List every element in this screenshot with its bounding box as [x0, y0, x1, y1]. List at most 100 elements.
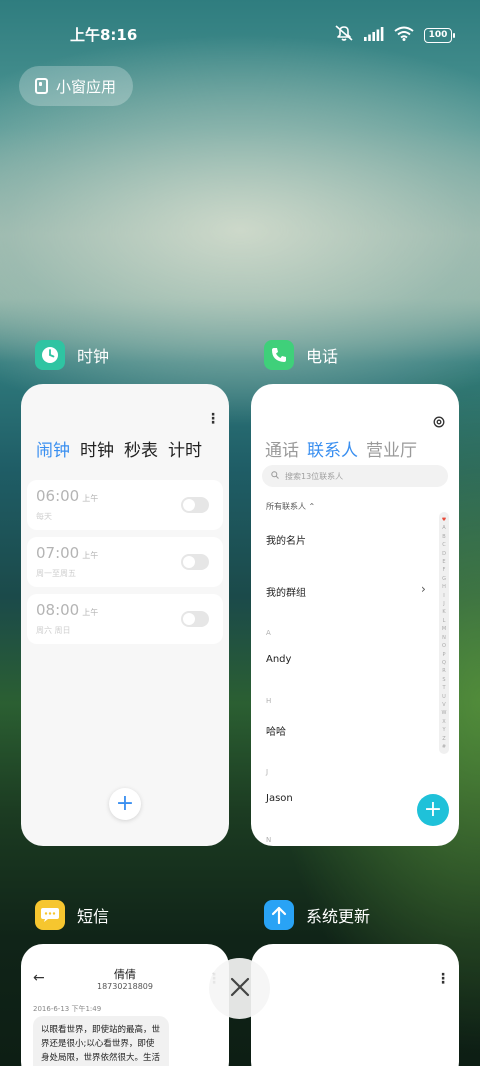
contact-search-input[interactable]: 搜索13位联系人 — [262, 465, 448, 487]
alphabet-index-letter[interactable]: G — [439, 575, 449, 583]
settings-icon[interactable] — [433, 413, 445, 432]
more-options-icon[interactable]: ⋮ — [206, 412, 220, 426]
small-window-icon — [35, 78, 48, 94]
contact-filter-dropdown[interactable]: 所有联系人 ⌃ — [266, 501, 315, 512]
alphabet-index-letter[interactable]: X — [439, 718, 449, 726]
contact-row[interactable]: Jason — [266, 793, 293, 804]
alphabet-index-letter[interactable]: B — [439, 533, 449, 541]
section-letter: N — [266, 836, 272, 844]
status-icons: 100 — [334, 24, 455, 46]
alphabet-index-letter[interactable]: H — [439, 583, 449, 591]
alphabet-index-letter[interactable]: W — [439, 709, 449, 717]
my-groups-row[interactable]: 我的群组 — [266, 584, 306, 599]
alarm-ampm: 上午 — [82, 551, 99, 560]
clock-app-header[interactable]: 时钟 — [35, 340, 109, 370]
tab-timer[interactable]: 计时 — [168, 436, 202, 461]
alarm-item[interactable]: 06:00 上午 每天 — [27, 480, 223, 530]
alphabet-index-letter[interactable]: Q — [439, 659, 449, 667]
add-alarm-button[interactable]: + — [109, 788, 141, 820]
alarm-time: 08:00 — [36, 601, 80, 619]
alarm-repeat: 每天 — [36, 512, 52, 521]
clock-tabs: 闹钟 时钟 秒表 计时 — [36, 436, 202, 461]
alphabet-index-letter[interactable]: F — [439, 566, 449, 574]
section-letter: J — [266, 768, 269, 776]
alarm-toggle[interactable] — [181, 611, 209, 627]
alarm-repeat: 周六 周日 — [36, 626, 71, 635]
my-card-row[interactable]: 我的名片 — [266, 532, 306, 547]
sms-app-name: 短信 — [77, 907, 110, 926]
section-letter: A — [266, 629, 271, 637]
phone-app-name: 电话 — [306, 347, 339, 366]
sms-contact-number: 18730218809 — [97, 982, 153, 991]
alphabet-index-scrollbar[interactable]: ♥ A B C D E F G H I J K L M N O P Q R S T U V W X Y Z # — [439, 512, 449, 754]
sms-app-icon — [35, 900, 65, 930]
section-letter: H — [266, 697, 272, 705]
small-window-label: 小窗应用 — [56, 77, 117, 96]
mute-icon — [334, 24, 354, 46]
sms-app-card[interactable]: ← 倩倩 18730218809 ⋮ 2016-6-13 下午1:49 以眼看世… — [21, 944, 229, 1066]
phone-app-header[interactable]: 电话 — [264, 340, 338, 370]
heart-icon: ♥ — [441, 517, 447, 523]
clock-app-name: 时钟 — [77, 347, 110, 366]
small-window-apps-button[interactable]: 小窗应用 — [19, 66, 133, 106]
alphabet-index-letter[interactable]: V — [439, 701, 449, 709]
update-app-name: 系统更新 — [306, 907, 371, 926]
clear-all-button[interactable] — [209, 958, 270, 1019]
alarm-time: 07:00 — [36, 544, 80, 562]
alphabet-index-letter[interactable]: A — [439, 524, 449, 532]
alphabet-index-letter[interactable]: E — [439, 558, 449, 566]
alphabet-index-letter[interactable]: L — [439, 617, 449, 625]
alarm-item[interactable]: 07:00 上午 周一至周五 — [27, 537, 223, 587]
update-app-header[interactable]: 系统更新 — [264, 900, 370, 930]
filter-label: 所有联系人 — [266, 502, 306, 511]
search-placeholder: 搜索13位联系人 — [285, 471, 344, 481]
wifi-icon — [394, 26, 414, 45]
alphabet-index-letter[interactable]: P — [439, 651, 449, 659]
alphabet-index-letter[interactable]: U — [439, 693, 449, 701]
alphabet-index-letter[interactable]: R — [439, 667, 449, 675]
alphabet-index-letter[interactable]: S — [439, 676, 449, 684]
phone-app-icon — [264, 340, 294, 370]
alphabet-list: A B C D E F G H I J K L M N O P Q R S T U V W X Y Z # — [439, 524, 449, 751]
phone-app-card[interactable]: 通话 联系人 营业厅 搜索13位联系人 所有联系人 ⌃ 我的名片 我的群组 › … — [251, 384, 459, 846]
alarm-ampm: 上午 — [82, 494, 99, 503]
sms-contact-name: 倩倩 — [114, 968, 136, 981]
alphabet-index-letter[interactable]: Y — [439, 726, 449, 734]
sms-app-header[interactable]: 短信 — [35, 900, 109, 930]
alphabet-index-letter[interactable]: K — [439, 608, 449, 616]
tab-alarm[interactable]: 闹钟 — [36, 436, 70, 461]
alphabet-index-letter[interactable]: I — [439, 592, 449, 600]
status-time: 上午8:16 — [70, 26, 138, 44]
alarm-item[interactable]: 08:00 上午 周六 周日 — [27, 594, 223, 644]
alarm-time: 06:00 — [36, 487, 80, 505]
contact-row[interactable]: 哈哈 — [266, 723, 286, 738]
alphabet-index-letter[interactable]: Z — [439, 735, 449, 743]
chevron-updown-icon: ⌃ — [308, 502, 316, 511]
tab-clock[interactable]: 时钟 — [80, 436, 114, 461]
contact-row[interactable]: Andy — [266, 654, 291, 665]
more-options-icon[interactable]: ⋮ — [436, 972, 450, 986]
alarm-toggle[interactable] — [181, 497, 209, 513]
alphabet-index-letter[interactable]: D — [439, 550, 449, 558]
tab-service-hall[interactable]: 营业厅 — [366, 436, 417, 461]
update-app-card[interactable]: ⋮ — [251, 944, 459, 1066]
alphabet-index-letter[interactable]: T — [439, 684, 449, 692]
chevron-right-icon: › — [421, 582, 426, 596]
alphabet-index-letter[interactable]: J — [439, 600, 449, 608]
alarm-repeat: 周一至周五 — [36, 569, 76, 578]
add-contact-button[interactable]: + — [417, 794, 449, 826]
alphabet-index-letter[interactable]: O — [439, 642, 449, 650]
clock-app-card[interactable]: ⋮ 闹钟 时钟 秒表 计时 06:00 上午 每天 07:00 上午 周一至周五 0… — [21, 384, 229, 846]
battery-icon: 100 — [424, 27, 455, 43]
tab-calls[interactable]: 通话 — [265, 436, 299, 461]
alphabet-index-letter[interactable]: M — [439, 625, 449, 633]
alarm-toggle[interactable] — [181, 554, 209, 570]
search-icon — [271, 471, 279, 481]
message-bubble: 以眼看世界，即使站的最高，世界还是很小;以心看世界，即使身处局限，世界依然很大。… — [33, 1016, 169, 1066]
message-date: 2016-6-13 下午1:49 — [33, 1005, 102, 1013]
alphabet-index-letter[interactable]: # — [439, 743, 449, 751]
tab-stopwatch[interactable]: 秒表 — [124, 436, 158, 461]
alphabet-index-letter[interactable]: N — [439, 634, 449, 642]
tab-contacts[interactable]: 联系人 — [307, 436, 358, 461]
alphabet-index-letter[interactable]: C — [439, 541, 449, 549]
